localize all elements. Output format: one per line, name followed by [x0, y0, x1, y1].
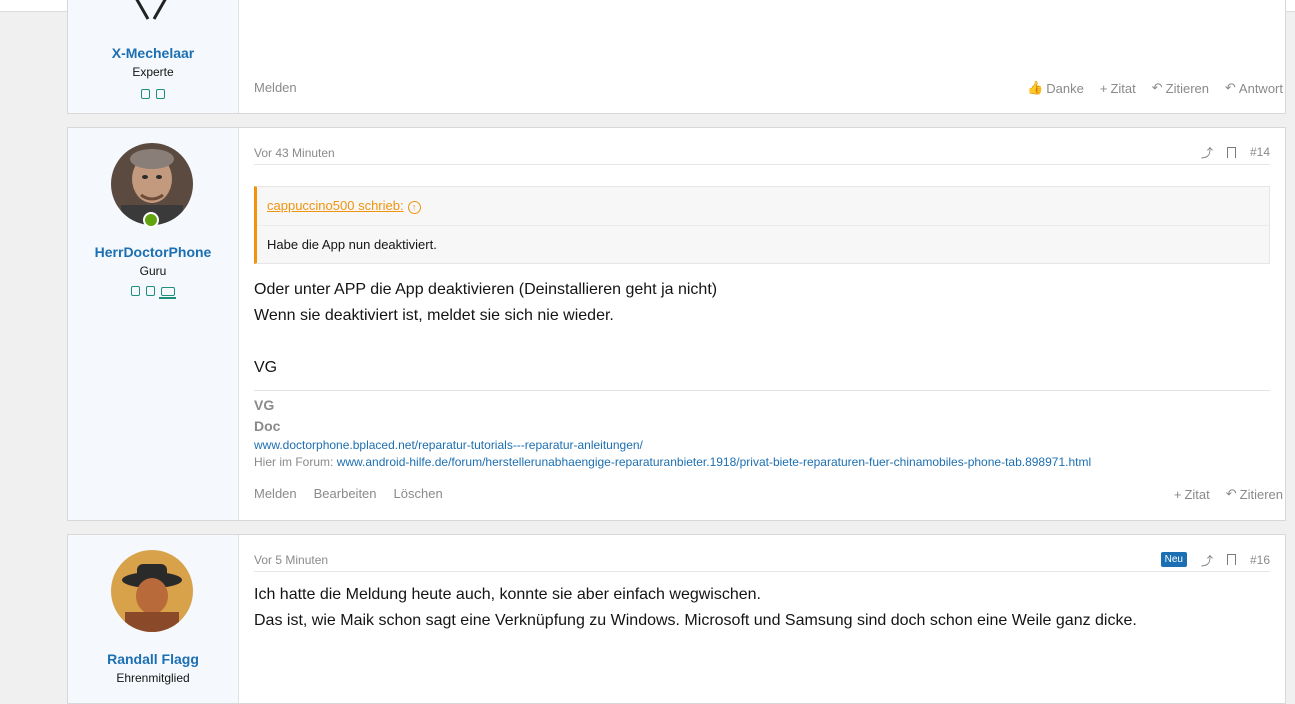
tablet-badge-icon [146, 286, 155, 296]
signature-forum-link[interactable]: www.android-hilfe.de/forum/herstelleruna… [337, 455, 1091, 469]
post-actions-right: + Zitat ↶ Zitieren [1174, 486, 1283, 502]
reply-icon: ↶ [1225, 80, 1236, 95]
delete-link[interactable]: Löschen [394, 486, 443, 501]
user-cell: X-Mechelaar Experte [68, 0, 239, 113]
post-meta-right: #14 [1201, 144, 1270, 161]
reply-icon: ↶ [1151, 80, 1163, 95]
user-title: Experte [132, 65, 174, 79]
laptop-badge-icon [159, 287, 177, 299]
message-line: VG [254, 359, 278, 376]
username[interactable]: Randall Flagg [68, 651, 238, 667]
post-actions-left: Melden Bearbeiten Löschen [254, 486, 443, 501]
post-herrdoctorphone: HerrDoctorPhone Guru Vor 43 Minuten #14 … [67, 127, 1286, 521]
user-title: Ehrenmitglied [116, 671, 190, 685]
signature-forum-line: Hier im Forum: www.android-hilfe.de/foru… [254, 455, 1092, 469]
signature-line: Doc [254, 418, 281, 434]
new-badge: Neu [1160, 552, 1187, 567]
post-number[interactable]: #14 [1250, 145, 1270, 159]
post-time[interactable]: Vor 43 Minuten [254, 146, 335, 160]
user-title: Guru [139, 264, 167, 278]
quote-reply-button[interactable]: ↶ Zitieren [1152, 80, 1209, 96]
signature-line: VG [254, 397, 275, 413]
message-line: Wenn sie deaktiviert ist, meldet sie sic… [254, 307, 614, 324]
username[interactable]: X-Mechelaar [68, 45, 238, 61]
answer-button[interactable]: ↶ Antwort [1225, 80, 1283, 96]
reply-icon: ↶ [1225, 486, 1237, 501]
edit-link[interactable]: Bearbeiten [314, 486, 377, 501]
username[interactable]: HerrDoctorPhone [68, 244, 238, 260]
message-line: Das ist, wie Maik schon sagt eine Verknü… [254, 612, 1137, 629]
report-link[interactable]: Melden [254, 486, 297, 501]
quote-author-link[interactable]: cappuccino500 schrieb: ↑ [267, 198, 421, 214]
quote-text: Habe die App nun deaktiviert. [267, 237, 437, 252]
online-status-icon [143, 212, 159, 228]
post-number[interactable]: #16 [1250, 553, 1270, 567]
avatar[interactable] [111, 550, 193, 632]
post-x-mechelaar: X-Mechelaar Experte Melden 👍 Danke + Zitat… [67, 0, 1286, 114]
user-cell: HerrDoctorPhone Guru [68, 128, 239, 520]
message-line: Oder unter APP die App deaktivieren (Dei… [254, 281, 718, 298]
user-badges [68, 86, 238, 100]
user-badges [68, 283, 238, 299]
bookmark-icon[interactable] [1226, 146, 1236, 158]
quote-add-button[interactable]: + Zitat [1100, 80, 1136, 96]
phone-badge-icon [130, 286, 140, 296]
quote-block: cappuccino500 schrieb: ↑ Habe die App nun… [254, 186, 1270, 264]
signature-divider [254, 390, 1270, 391]
meta-divider [254, 571, 1270, 572]
post-actions-left: Melden [254, 80, 297, 95]
post-time[interactable]: Vor 5 Minuten [254, 553, 328, 567]
post-randall-flagg: Randall Flagg Ehrenmitglied Vor 5 Minute… [67, 534, 1286, 704]
quote-reply-button[interactable]: ↶ Zitieren [1226, 486, 1283, 502]
phone-badge-icon [140, 89, 150, 99]
tablet-badge-icon [156, 89, 166, 99]
arrow-up-icon: ↑ [407, 201, 421, 214]
thumbs-up-icon: 👍 [1027, 80, 1044, 95]
thanks-button[interactable]: 👍 Danke [1027, 80, 1084, 96]
quote-add-button[interactable]: + Zitat [1174, 486, 1210, 502]
meta-divider [254, 164, 1270, 165]
quote-divider [257, 225, 1269, 226]
signature-link[interactable]: www.doctorphone.bplaced.net/reparatur-tu… [254, 438, 643, 452]
user-cell: Randall Flagg Ehrenmitglied [68, 535, 239, 703]
plus-icon: + [1173, 486, 1182, 502]
message-line: Ich hatte die Meldung heute auch, konnte… [254, 586, 761, 603]
share-icon[interactable] [1201, 144, 1213, 161]
avatar-partial[interactable] [126, 0, 176, 23]
share-icon[interactable] [1201, 552, 1213, 569]
post-meta-right: Neu #16 [1160, 552, 1270, 569]
bookmark-icon[interactable] [1226, 554, 1236, 565]
plus-icon: + [1099, 80, 1108, 96]
report-link[interactable]: Melden [254, 80, 297, 95]
post-actions-right: 👍 Danke + Zitat ↶ Zitieren ↶ Antwort [1027, 80, 1283, 96]
